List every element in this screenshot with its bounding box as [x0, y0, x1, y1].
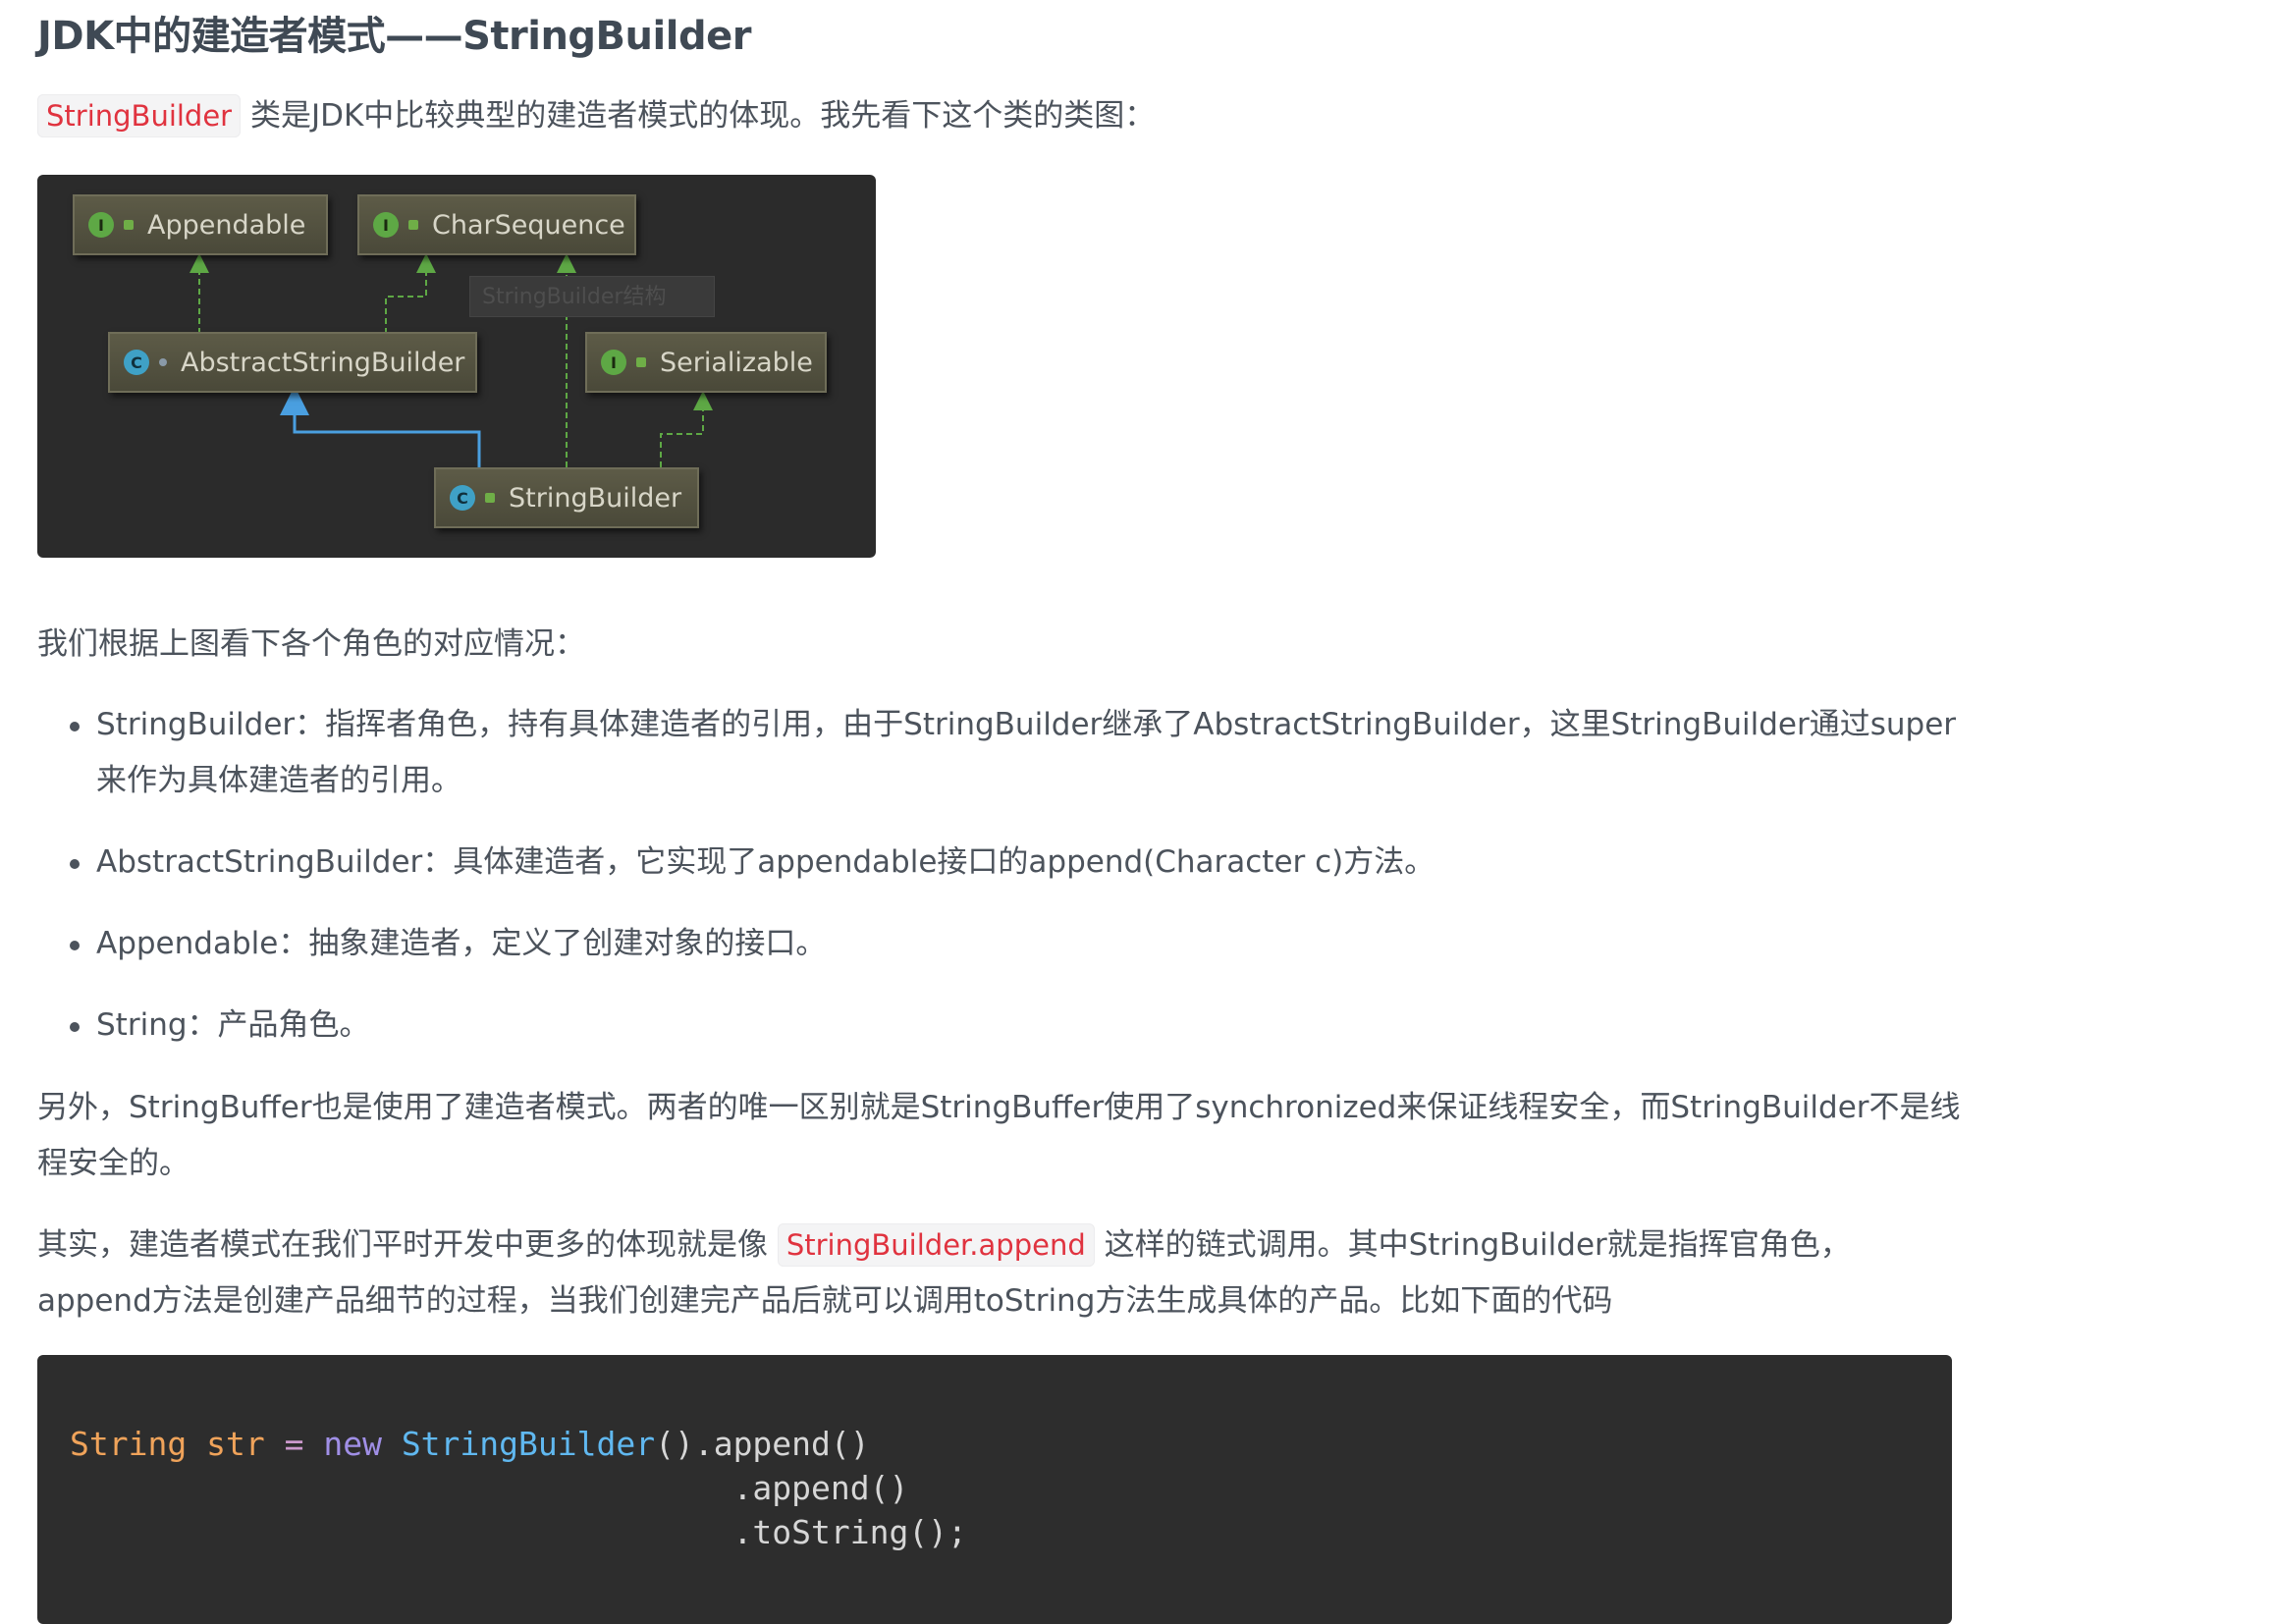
- stringbuffer-paragraph: 另外，StringBuffer也是使用了建造者模式。两者的唯一区别就是Strin…: [37, 1090, 1961, 1181]
- roles-intro: 我们根据上图看下各个角色的对应情况：: [37, 626, 585, 662]
- uml-node-appendable: I Appendable: [73, 194, 328, 255]
- intro-text: 类是JDK中比较典型的建造者模式的体现。我先看下这个类的类图：: [249, 98, 1156, 134]
- chain-call-paragraph: 其实，建造者模式在我们平时开发中更多的体现就是像 StringBuilder.a…: [37, 1218, 1962, 1329]
- uml-node-stringbuilder: C StringBuilder: [434, 467, 699, 528]
- diagram-watermark: StringBuilder结构: [469, 276, 715, 317]
- public-visibility-icon: [485, 493, 495, 503]
- interface-icon: I: [373, 212, 399, 238]
- code-content: String str = new StringBuilder().append(…: [70, 1425, 967, 1551]
- section-title: JDK中的建造者模式——StringBuilder: [37, 14, 751, 59]
- roles-list: StringBuilder：指挥者角色，持有具体建造者的引用，由于StringB…: [37, 697, 1962, 1054]
- uml-node-abstractstringbuilder: C AbstractStringBuilder: [108, 332, 477, 393]
- uml-node-charsequence: I CharSequence: [357, 194, 636, 255]
- abstract-class-icon: C: [124, 350, 149, 375]
- class-icon: C: [450, 485, 475, 511]
- public-visibility-icon: [408, 220, 418, 230]
- interface-icon: I: [601, 350, 626, 375]
- public-visibility-icon: [124, 220, 134, 230]
- public-visibility-icon: [636, 357, 646, 367]
- list-item: Appendable：抽象建造者，定义了创建对象的接口。: [37, 916, 1962, 972]
- list-item: AbstractStringBuilder：具体建造者，它实现了appendab…: [37, 835, 1962, 891]
- uml-node-serializable: I Serializable: [585, 332, 827, 393]
- list-item: StringBuilder：指挥者角色，持有具体建造者的引用，由于StringB…: [37, 697, 1962, 809]
- code-block: String str = new StringBuilder().append(…: [37, 1355, 1952, 1624]
- list-item: String：产品角色。: [37, 998, 1962, 1054]
- class-diagram-image: StringBuilder结构 I Appendable I CharSeque…: [37, 175, 876, 558]
- article: JDK中的建造者模式——StringBuilder StringBuilder …: [0, 0, 2274, 1624]
- intro-paragraph: StringBuilder 类是JDK中比较典型的建造者模式的体现。我先看下这个…: [37, 88, 1962, 144]
- package-visibility-icon: [159, 358, 167, 366]
- inline-code-stringbuilder: StringBuilder: [37, 94, 242, 137]
- inline-code-append: StringBuilder.append: [777, 1223, 1095, 1267]
- interface-icon: I: [88, 212, 114, 238]
